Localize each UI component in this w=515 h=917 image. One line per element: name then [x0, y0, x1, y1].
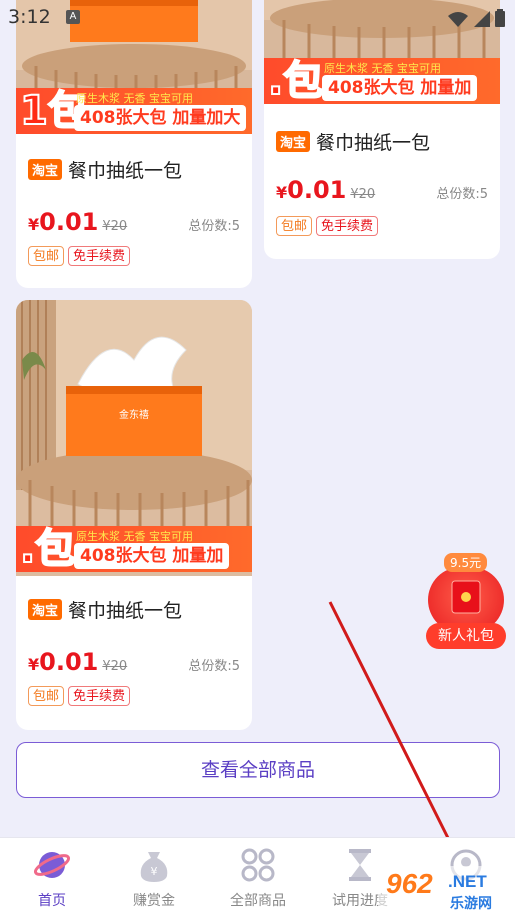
tag-list: 包邮 免手续费 — [28, 686, 131, 706]
tab-all-products[interactable]: 全部商品 — [208, 846, 308, 910]
banner-headline: 408张大包 加量加 — [322, 75, 478, 101]
price-row: ¥0.01 ¥20 总份数:5 — [28, 208, 240, 236]
product-title: 餐巾抽纸一包 — [68, 160, 183, 182]
banner-pack: .包 — [19, 525, 76, 573]
title-row: 淘宝 餐巾抽纸一包 — [28, 156, 182, 183]
price: ¥0.01 — [28, 648, 99, 676]
banner-pack: .包 — [267, 57, 324, 105]
banner-tag: 原生木浆 无香 宝宝可用 — [324, 62, 441, 75]
tag-free-shipping: 包邮 — [276, 216, 313, 236]
new-user-gift-button[interactable]: 9.5元 新人礼包 — [426, 553, 506, 649]
title-row: 淘宝 餐巾抽纸一包 — [28, 596, 182, 623]
status-bar: 3:12 A — [0, 0, 515, 36]
battery-icon — [495, 9, 505, 27]
product-title: 餐巾抽纸一包 — [316, 132, 431, 154]
tag-no-fee: 免手续费 — [68, 246, 131, 266]
grid-icon — [241, 848, 275, 882]
tab-home[interactable]: 首页 — [2, 846, 102, 910]
original-price: ¥20 — [102, 659, 128, 674]
tab-earn[interactable]: ¥ 赚赏金 — [104, 846, 204, 910]
original-price: ¥20 — [102, 219, 128, 234]
hourglass-icon — [349, 849, 371, 881]
tag-no-fee: 免手续费 — [316, 216, 379, 236]
gift-price-badge: 9.5元 — [444, 553, 488, 572]
total-count: 总份数:5 — [436, 187, 488, 202]
banner-tag: 原生木浆 无香 宝宝可用 — [76, 530, 193, 543]
watermark-text: 乐游网 — [450, 896, 492, 912]
status-icons — [447, 9, 505, 27]
promo-banner: 1包 原生木浆 无香 宝宝可用 408张大包 加量加大 — [16, 87, 252, 135]
svg-text:¥: ¥ — [151, 865, 158, 878]
taobao-badge: 淘宝 — [28, 599, 63, 620]
product-card[interactable]: 金东禧 .包 原生木浆 无香 宝宝可用 408张大包 加量加 淘宝 餐巾抽纸一包… — [16, 300, 252, 730]
site-watermark: 962 .NET 乐游网 — [378, 866, 515, 917]
money-bag-icon: ¥ — [140, 852, 168, 882]
taobao-badge: 淘宝 — [276, 131, 311, 152]
tag-free-shipping: 包邮 — [28, 686, 65, 706]
notification-a-icon: A — [66, 10, 80, 24]
wifi-icon — [448, 12, 468, 27]
status-time: 3:12 — [8, 6, 51, 28]
tag-free-shipping: 包邮 — [28, 246, 65, 266]
original-price: ¥20 — [350, 187, 376, 202]
taobao-badge: 淘宝 — [28, 159, 63, 180]
product-card[interactable]: 1包 原生木浆 无香 宝宝可用 408张大包 加量加大 淘宝 餐巾抽纸一包 ¥0… — [16, 0, 252, 288]
promo-banner: .包 原生木浆 无香 宝宝可用 408张大包 加量加 — [16, 525, 252, 573]
banner-headline: 408张大包 加量加大 — [74, 105, 247, 131]
product-title: 餐巾抽纸一包 — [68, 600, 183, 622]
signal-icon — [474, 11, 490, 27]
watermark-number: 962 — [386, 868, 433, 899]
product-card[interactable]: .包 原生木浆 无香 宝宝可用 408张大包 加量加 淘宝 餐巾抽纸一包 ¥0.… — [264, 0, 500, 259]
price-row: ¥0.01 ¥20 总份数:5 — [28, 648, 240, 676]
tag-list: 包邮 免手续费 — [276, 216, 379, 236]
tag-no-fee: 免手续费 — [68, 686, 131, 706]
promo-banner: .包 原生木浆 无香 宝宝可用 408张大包 加量加 — [264, 57, 500, 105]
price-row: ¥0.01 ¥20 总份数:5 — [276, 176, 488, 204]
svg-text:金东禧: 金东禧 — [119, 408, 149, 421]
total-count: 总份数:5 — [188, 219, 240, 234]
tag-list: 包邮 免手续费 — [28, 246, 131, 266]
view-all-products-button[interactable]: 查看全部商品 — [16, 742, 500, 798]
price: ¥0.01 — [276, 176, 347, 204]
total-count: 总份数:5 — [188, 659, 240, 674]
banner-headline: 408张大包 加量加 — [74, 543, 230, 569]
planet-icon — [33, 852, 71, 878]
watermark-net: .NET — [448, 872, 487, 891]
gift-label: 新人礼包 — [426, 623, 506, 649]
price: ¥0.01 — [28, 208, 99, 236]
title-row: 淘宝 餐巾抽纸一包 — [276, 128, 430, 155]
banner-tag: 原生木浆 无香 宝宝可用 — [76, 92, 193, 105]
